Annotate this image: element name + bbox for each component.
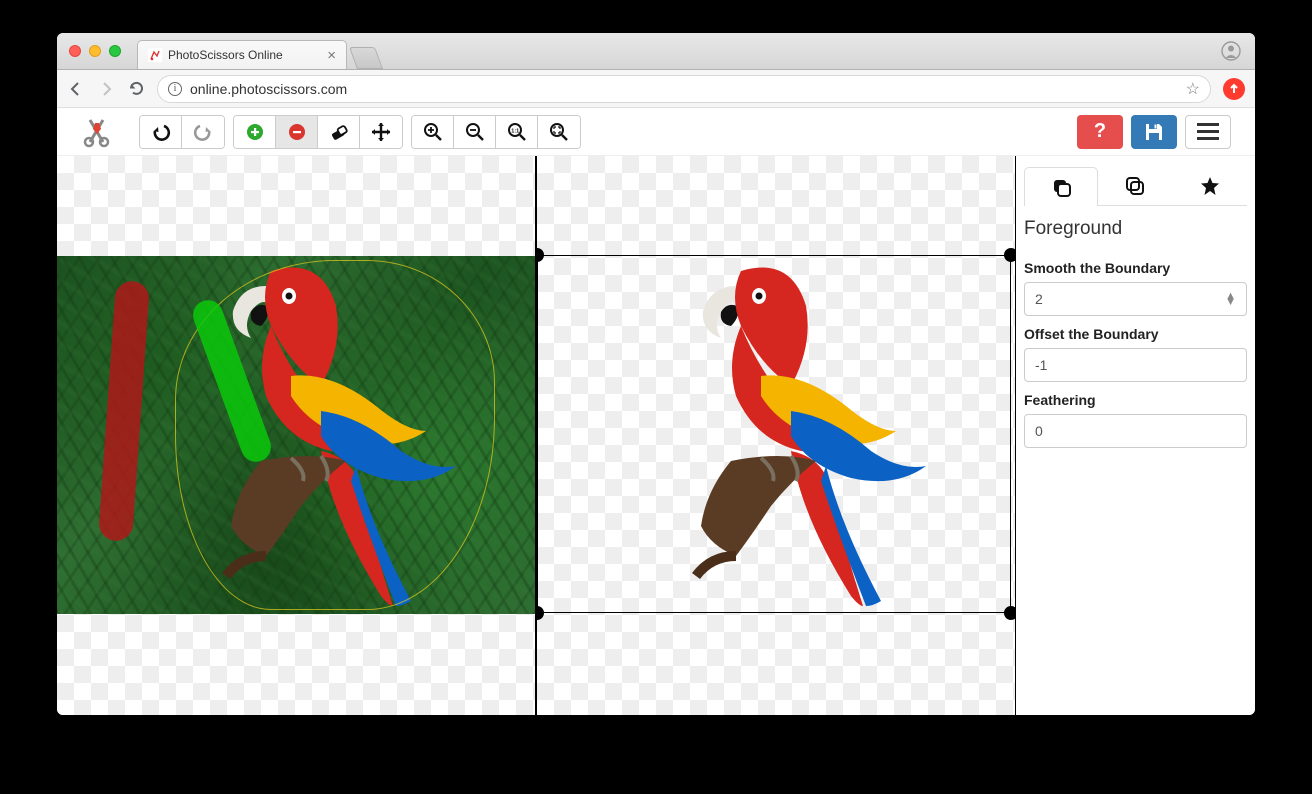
url-text: online.photoscissors.com: [190, 81, 347, 97]
browser-tab-active[interactable]: PhotoScissors Online ×: [137, 40, 347, 69]
browser-window: PhotoScissors Online × i online.photosci…: [57, 33, 1255, 715]
result-pane[interactable]: [537, 156, 1015, 715]
window-controls: [69, 45, 121, 57]
back-button[interactable]: [67, 80, 85, 98]
crop-handle-br[interactable]: [1004, 606, 1015, 620]
properties-panel: Foreground Smooth the Boundary 2 ▲▼ Offs…: [1015, 156, 1255, 715]
main-area: Foreground Smooth the Boundary 2 ▲▼ Offs…: [57, 156, 1255, 715]
panel-title: Foreground: [1024, 218, 1247, 240]
app-logo-icon: [81, 116, 113, 148]
minimize-window-button[interactable]: [89, 45, 101, 57]
foreground-marker-button[interactable]: [234, 116, 276, 148]
move-button[interactable]: [360, 116, 402, 148]
history-group: [139, 115, 225, 149]
favicon-icon: [148, 48, 162, 62]
url-field[interactable]: i online.photoscissors.com ☆: [157, 75, 1211, 103]
tab-close-icon[interactable]: ×: [327, 47, 336, 64]
tab-title: PhotoScissors Online: [168, 48, 283, 62]
tab-effects[interactable]: [1173, 166, 1247, 205]
save-button[interactable]: [1131, 115, 1177, 149]
smooth-value: 2: [1035, 291, 1043, 307]
extension-button[interactable]: [1223, 78, 1245, 100]
site-info-icon[interactable]: i: [168, 82, 182, 96]
crop-rectangle[interactable]: [537, 255, 1011, 613]
feathering-value: 0: [1035, 423, 1043, 439]
offset-value: -1: [1035, 357, 1047, 373]
undo-button[interactable]: [140, 116, 182, 148]
zoom-fit-button[interactable]: [538, 116, 580, 148]
smooth-label: Smooth the Boundary: [1024, 260, 1247, 276]
smooth-select[interactable]: 2 ▲▼: [1024, 282, 1247, 316]
titlebar: PhotoScissors Online ×: [57, 33, 1255, 70]
app-toolbar: 1:1 ?: [57, 108, 1255, 156]
background-marker-button[interactable]: [276, 116, 318, 148]
source-image: [57, 256, 535, 614]
feathering-input[interactable]: 0: [1024, 414, 1247, 448]
background-tab-icon: [1124, 175, 1146, 197]
zoom-actual-button[interactable]: 1:1: [496, 116, 538, 148]
offset-input[interactable]: -1: [1024, 348, 1247, 382]
menu-button[interactable]: [1185, 115, 1231, 149]
crop-handle-tr[interactable]: [1004, 248, 1015, 262]
save-icon: [1143, 121, 1165, 143]
close-window-button[interactable]: [69, 45, 81, 57]
offset-label: Offset the Boundary: [1024, 326, 1247, 342]
tab-background[interactable]: [1098, 166, 1172, 205]
marker-group: [233, 115, 403, 149]
help-icon: ?: [1094, 120, 1106, 143]
browser-tabs: PhotoScissors Online ×: [137, 33, 379, 69]
svg-text:1:1: 1:1: [511, 128, 519, 134]
address-bar: i online.photoscissors.com ☆: [57, 70, 1255, 108]
canvas-area: [57, 156, 1015, 715]
forward-button[interactable]: [97, 80, 115, 98]
profile-icon[interactable]: [1221, 41, 1241, 61]
foreground-tab-icon: [1050, 176, 1072, 198]
bookmark-icon[interactable]: ☆: [1186, 79, 1200, 99]
select-caret-icon: ▲▼: [1225, 293, 1236, 305]
tab-foreground[interactable]: [1024, 167, 1098, 206]
star-tab-icon: [1199, 175, 1221, 197]
zoom-out-button[interactable]: [454, 116, 496, 148]
source-pane[interactable]: [57, 156, 537, 715]
panel-tabs: [1024, 166, 1247, 206]
redo-button[interactable]: [182, 116, 224, 148]
reload-button[interactable]: [127, 80, 145, 98]
help-button[interactable]: ?: [1077, 115, 1123, 149]
feathering-label: Feathering: [1024, 392, 1247, 408]
eraser-button[interactable]: [318, 116, 360, 148]
zoom-group: 1:1: [411, 115, 581, 149]
new-tab-button[interactable]: [349, 47, 383, 69]
zoom-in-button[interactable]: [412, 116, 454, 148]
maximize-window-button[interactable]: [109, 45, 121, 57]
